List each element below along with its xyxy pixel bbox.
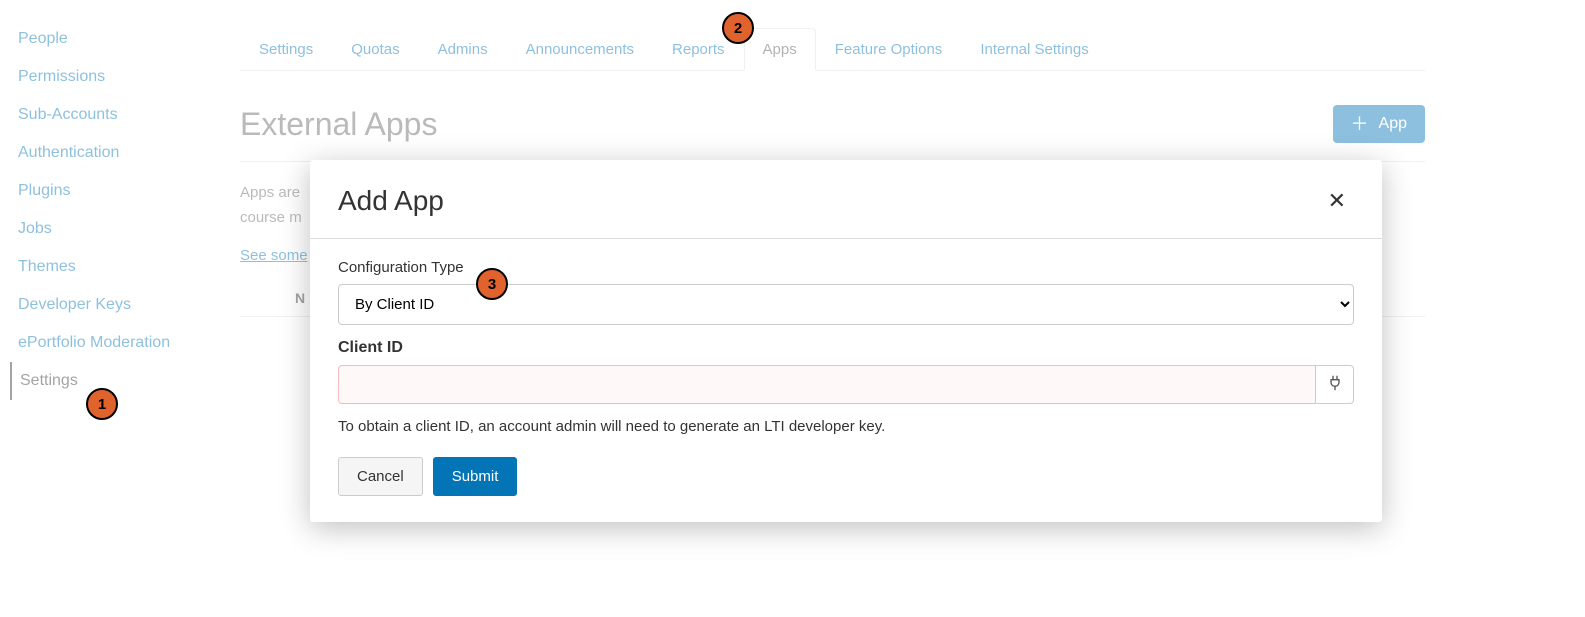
sidebar-item-jobs[interactable]: Jobs (18, 210, 210, 248)
add-app-button[interactable]: ＋ App (1333, 105, 1425, 143)
tab-announcements[interactable]: Announcements (507, 28, 653, 71)
sidebar-item-authentication[interactable]: Authentication (18, 134, 210, 172)
sidebar-item-permissions[interactable]: Permissions (18, 58, 210, 96)
sidebar-item-sub-accounts[interactable]: Sub-Accounts (18, 96, 210, 134)
modal-close-button[interactable]: ✕ (1320, 184, 1354, 218)
page-header: External Apps ＋ App (240, 105, 1425, 162)
sidebar-item-developer-keys[interactable]: Developer Keys (18, 286, 210, 324)
sidebar: People Permissions Sub-Accounts Authenti… (0, 0, 210, 400)
submit-button[interactable]: Submit (433, 457, 518, 496)
tab-apps[interactable]: Apps (744, 28, 816, 71)
sidebar-item-themes[interactable]: Themes (18, 248, 210, 286)
client-id-input[interactable] (338, 365, 1316, 404)
tab-settings[interactable]: Settings (240, 28, 332, 71)
add-app-modal: Add App ✕ Configuration Type By Client I… (310, 160, 1382, 522)
see-lti-tools-link[interactable]: See some (240, 247, 308, 264)
modal-actions: Cancel Submit (338, 457, 1354, 496)
plus-icon: ＋ (1351, 115, 1369, 133)
step-badge-3: 3 (476, 268, 508, 300)
tab-feature-options[interactable]: Feature Options (816, 28, 962, 71)
tab-admins[interactable]: Admins (419, 28, 507, 71)
tab-quotas[interactable]: Quotas (332, 28, 418, 71)
tab-internal-settings[interactable]: Internal Settings (961, 28, 1107, 71)
plug-icon (1327, 375, 1343, 394)
step-badge-2: 2 (722, 12, 754, 44)
client-id-addon[interactable] (1316, 365, 1354, 404)
modal-header: Add App ✕ (310, 160, 1382, 239)
cancel-button[interactable]: Cancel (338, 457, 423, 496)
sidebar-item-plugins[interactable]: Plugins (18, 172, 210, 210)
step-badge-1: 1 (86, 388, 118, 420)
modal-body: Configuration Type By Client ID Client I… (310, 239, 1382, 522)
sidebar-item-eportfolio-moderation[interactable]: ePortfolio Moderation (18, 324, 210, 362)
modal-title: Add App (338, 185, 444, 217)
add-app-label: App (1379, 115, 1407, 133)
client-id-hint: To obtain a client ID, an account admin … (338, 418, 1354, 435)
page-title: External Apps (240, 106, 437, 143)
sidebar-item-people[interactable]: People (18, 20, 210, 58)
tab-bar: Settings Quotas Admins Announcements Rep… (240, 28, 1425, 71)
close-icon: ✕ (1328, 188, 1346, 213)
client-id-label: Client ID (338, 339, 1354, 357)
